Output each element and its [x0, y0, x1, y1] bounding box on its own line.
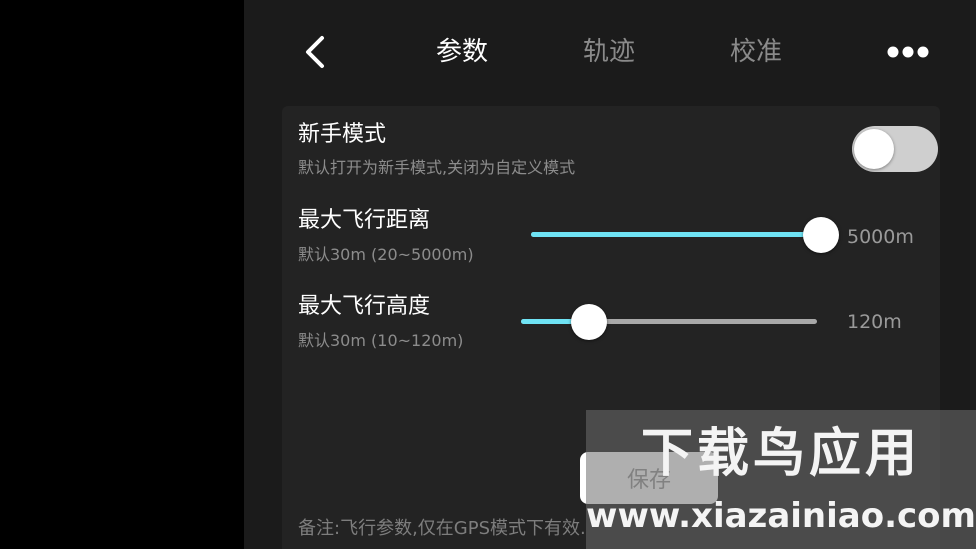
max-distance-title: 最大飞行距离	[298, 208, 431, 233]
max-distance-value: 5000m	[847, 226, 914, 248]
max-altitude-slider[interactable]	[521, 300, 817, 344]
max-distance-slider[interactable]	[531, 213, 839, 257]
novice-mode-subtitle: 默认打开为新手模式,关闭为自定义模式	[298, 158, 576, 177]
back-button[interactable]	[294, 30, 338, 74]
max-distance-subtitle: 默认30m (20~5000m)	[298, 245, 474, 264]
slider-fill	[531, 232, 821, 237]
novice-mode-toggle[interactable]	[852, 126, 938, 172]
chevron-left-icon	[306, 36, 324, 68]
max-altitude-value: 120m	[847, 311, 902, 333]
left-blank-area	[0, 0, 244, 549]
slider-thumb[interactable]	[803, 217, 839, 253]
watermark-url: www.xiazainiao.com	[586, 496, 976, 536]
top-navigation-bar: 参数 轨迹 校准	[244, 0, 976, 106]
slider-thumb[interactable]	[571, 304, 608, 340]
tab-calibration[interactable]: 校准	[730, 34, 782, 70]
more-options-button[interactable]	[880, 36, 940, 68]
more-dots-icon	[887, 46, 929, 58]
note-text: 备注:飞行参数,仅在GPS模式下有效.	[298, 518, 586, 539]
watermark-title: 下载鸟应用	[640, 424, 921, 484]
tab-track[interactable]: 轨迹	[583, 34, 635, 70]
toggle-knob	[854, 129, 894, 169]
watermark: 下载鸟应用 www.xiazainiao.com	[586, 410, 976, 549]
max-altitude-title: 最大飞行高度	[298, 294, 431, 319]
novice-mode-title: 新手模式	[298, 122, 387, 147]
tab-parameters[interactable]: 参数	[436, 34, 488, 70]
max-altitude-subtitle: 默认30m (10~120m)	[298, 331, 464, 350]
